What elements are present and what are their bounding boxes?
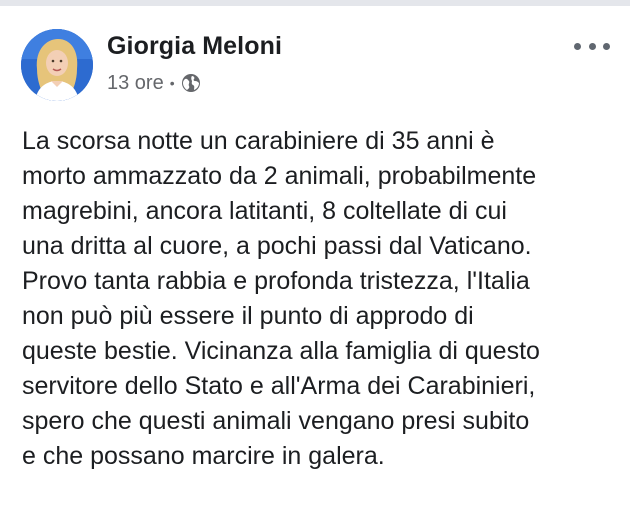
author-name[interactable]: Giorgia Meloni bbox=[107, 32, 282, 61]
post-body-line: spero che questi animali vengano presi s… bbox=[22, 407, 530, 435]
post-body-line: una dritta al cuore, a pochi passi dal V… bbox=[22, 232, 532, 260]
author-avatar[interactable] bbox=[21, 29, 93, 101]
post-body-line: non può più essere il punto di approdo d… bbox=[22, 302, 474, 330]
facebook-post: Giorgia Meloni 13 ore • La scorsa notte … bbox=[0, 6, 630, 506]
post-body-line: Provo tanta rabbia e profonda tristezza,… bbox=[22, 267, 530, 295]
post-body-line: magrebini, ancora latitanti, 8 coltellat… bbox=[22, 197, 507, 225]
post-body: La scorsa notte un carabiniere di 35 ann… bbox=[22, 124, 622, 474]
globe-icon[interactable] bbox=[181, 73, 201, 93]
more-options-dot bbox=[588, 42, 596, 50]
post-body-line: e che possano marcire in galera. bbox=[22, 442, 385, 470]
post-timestamp[interactable]: 13 ore bbox=[107, 72, 164, 95]
more-options-button[interactable] bbox=[574, 36, 610, 56]
post-body-line: queste bestie. Vicinanza alla famiglia d… bbox=[22, 337, 540, 365]
post-meta: 13 ore • bbox=[107, 70, 201, 96]
post-body-line: servitore dello Stato e all'Arma dei Car… bbox=[22, 372, 536, 400]
profile-photo-icon bbox=[21, 29, 93, 101]
post-body-line: La scorsa notte un carabiniere di 35 ann… bbox=[22, 127, 495, 155]
more-options-icon bbox=[574, 42, 581, 50]
meta-separator: • bbox=[169, 75, 175, 91]
more-options-dot bbox=[603, 42, 610, 50]
post-body-line: morto ammazzato da 2 animali, probabilme… bbox=[22, 162, 537, 190]
